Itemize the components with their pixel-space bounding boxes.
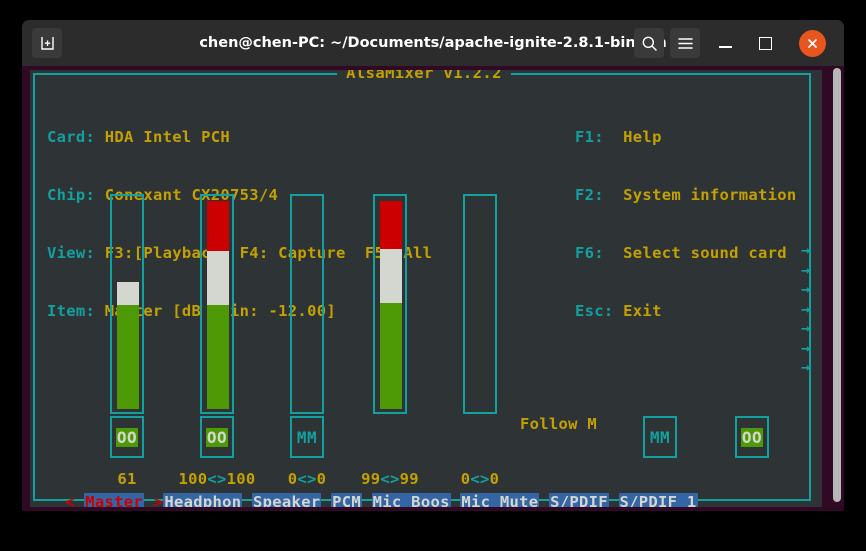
volume-bar-2[interactable] bbox=[200, 194, 234, 414]
value-right: 0 bbox=[489, 470, 500, 488]
channel-label-mic-mute[interactable]: Mic Mute bbox=[460, 493, 540, 507]
channel-label-headphon[interactable]: Headphon bbox=[163, 493, 243, 507]
edge-arrow-markers: → → → → → → → bbox=[788, 75, 810, 503]
screen: chen@chen-PC: ~/Documents/apache-ignite-… bbox=[0, 0, 866, 551]
channel-value-5: 0<>0 bbox=[420, 470, 540, 488]
channel-label-speaker[interactable]: Speaker bbox=[252, 493, 322, 507]
close-icon bbox=[808, 39, 817, 48]
minimize-button[interactable] bbox=[710, 28, 740, 58]
mute-state-label: OO bbox=[205, 427, 229, 447]
volume-segment-green bbox=[380, 302, 402, 409]
terminal-window: chen@chen-PC: ~/Documents/apache-ignite-… bbox=[22, 20, 844, 511]
terminal-scrollbar[interactable] bbox=[832, 66, 842, 507]
search-button[interactable] bbox=[634, 28, 664, 58]
terminal-body: AlsaMixer v1.2.2 Card: HDA Intel PCH Chi… bbox=[22, 66, 844, 511]
channel-gap bbox=[321, 493, 331, 507]
edge-arrow-marker: → bbox=[800, 338, 810, 357]
volume-segment-white bbox=[380, 248, 402, 303]
value-separator: <> bbox=[380, 470, 400, 488]
mute-state-label: MM bbox=[649, 427, 671, 447]
mute-box-8[interactable]: OO bbox=[735, 416, 769, 458]
value-left: 99 bbox=[361, 470, 381, 488]
volume-segment-green bbox=[117, 305, 139, 409]
selection-arrow-right[interactable]: > bbox=[144, 493, 163, 507]
channel-gap bbox=[609, 493, 619, 507]
volume-bar-1[interactable] bbox=[110, 194, 144, 414]
value-separator: <> bbox=[207, 470, 227, 488]
volume-segment-red bbox=[207, 201, 229, 251]
edge-arrow-marker: → bbox=[800, 280, 810, 298]
search-icon bbox=[642, 36, 657, 51]
alsamixer-frame: AlsaMixer v1.2.2 Card: HDA Intel PCH Chi… bbox=[33, 70, 813, 507]
mute-box-2[interactable]: OO bbox=[200, 416, 234, 458]
volume-bar-3[interactable] bbox=[290, 194, 324, 414]
volume-bar-fill bbox=[207, 201, 229, 409]
channel-strips: OO 61 OO 100<>100 MM 0<>0 99<>99 0<>0 MM OO < Mast… bbox=[35, 75, 813, 507]
edge-arrow-marker: → bbox=[800, 299, 810, 318]
new-tab-icon bbox=[40, 36, 54, 50]
mute-state-label: OO bbox=[115, 427, 139, 447]
volume-segment-green bbox=[207, 305, 229, 409]
channel-gap bbox=[539, 493, 549, 507]
edge-arrow-marker: → bbox=[800, 358, 810, 376]
close-button[interactable] bbox=[799, 30, 826, 57]
channel-name-row: < Master >Headphon Speaker PCM Mic Boos … bbox=[65, 492, 698, 507]
channel-label-s-pdif-1[interactable]: S/PDIF 1 bbox=[618, 493, 698, 507]
channel-gap bbox=[451, 493, 461, 507]
value-separator: <> bbox=[297, 470, 317, 488]
minimize-icon bbox=[718, 46, 732, 48]
alsamixer-screen: AlsaMixer v1.2.2 Card: HDA Intel PCH Chi… bbox=[30, 70, 822, 507]
channel-label-mic-boos[interactable]: Mic Boos bbox=[371, 493, 451, 507]
value-left: 0 bbox=[287, 470, 298, 488]
edge-arrow-marker: → bbox=[800, 260, 810, 279]
titlebar: chen@chen-PC: ~/Documents/apache-ignite-… bbox=[22, 20, 844, 67]
mute-state-label: MM bbox=[296, 427, 318, 447]
volume-segment-red bbox=[380, 201, 402, 249]
channel-label-pcm[interactable]: PCM bbox=[331, 493, 363, 507]
scrollbar-thumb[interactable] bbox=[833, 68, 841, 502]
channel-label-s-pdif[interactable]: S/PDIF bbox=[549, 493, 609, 507]
value-single: 61 bbox=[117, 470, 137, 488]
volume-bar-5[interactable] bbox=[463, 194, 497, 414]
mute-state-label: OO bbox=[740, 427, 764, 447]
edge-arrow-marker: → bbox=[800, 241, 810, 259]
volume-bar-4[interactable] bbox=[373, 194, 407, 414]
value-separator: <> bbox=[470, 470, 490, 488]
menu-button[interactable] bbox=[670, 28, 700, 58]
channel-gap bbox=[242, 493, 252, 507]
value-left: 0 bbox=[460, 470, 471, 488]
value-left: 100 bbox=[178, 470, 208, 488]
hamburger-menu-icon bbox=[677, 37, 693, 49]
volume-bar-fill bbox=[297, 201, 319, 409]
new-tab-button[interactable] bbox=[32, 28, 62, 58]
value-right: 0 bbox=[316, 470, 327, 488]
volume-segment-white bbox=[117, 282, 139, 305]
value-right: 99 bbox=[399, 470, 419, 488]
mute-box-3[interactable]: MM bbox=[290, 416, 324, 458]
volume-bar-fill bbox=[117, 201, 139, 409]
volume-segment-white bbox=[207, 250, 229, 305]
channel-label-master[interactable]: Master bbox=[84, 493, 145, 507]
maximize-button[interactable] bbox=[750, 28, 780, 58]
mute-box-7[interactable]: MM bbox=[643, 416, 677, 458]
selection-arrow-left[interactable]: < bbox=[65, 493, 84, 507]
edge-arrow-marker: → bbox=[800, 319, 810, 337]
maximize-icon bbox=[758, 36, 772, 50]
volume-bar-fill bbox=[470, 201, 492, 409]
volume-bar-fill bbox=[380, 201, 402, 409]
channel-gap bbox=[362, 493, 372, 507]
mute-box-1[interactable]: OO bbox=[110, 416, 144, 458]
